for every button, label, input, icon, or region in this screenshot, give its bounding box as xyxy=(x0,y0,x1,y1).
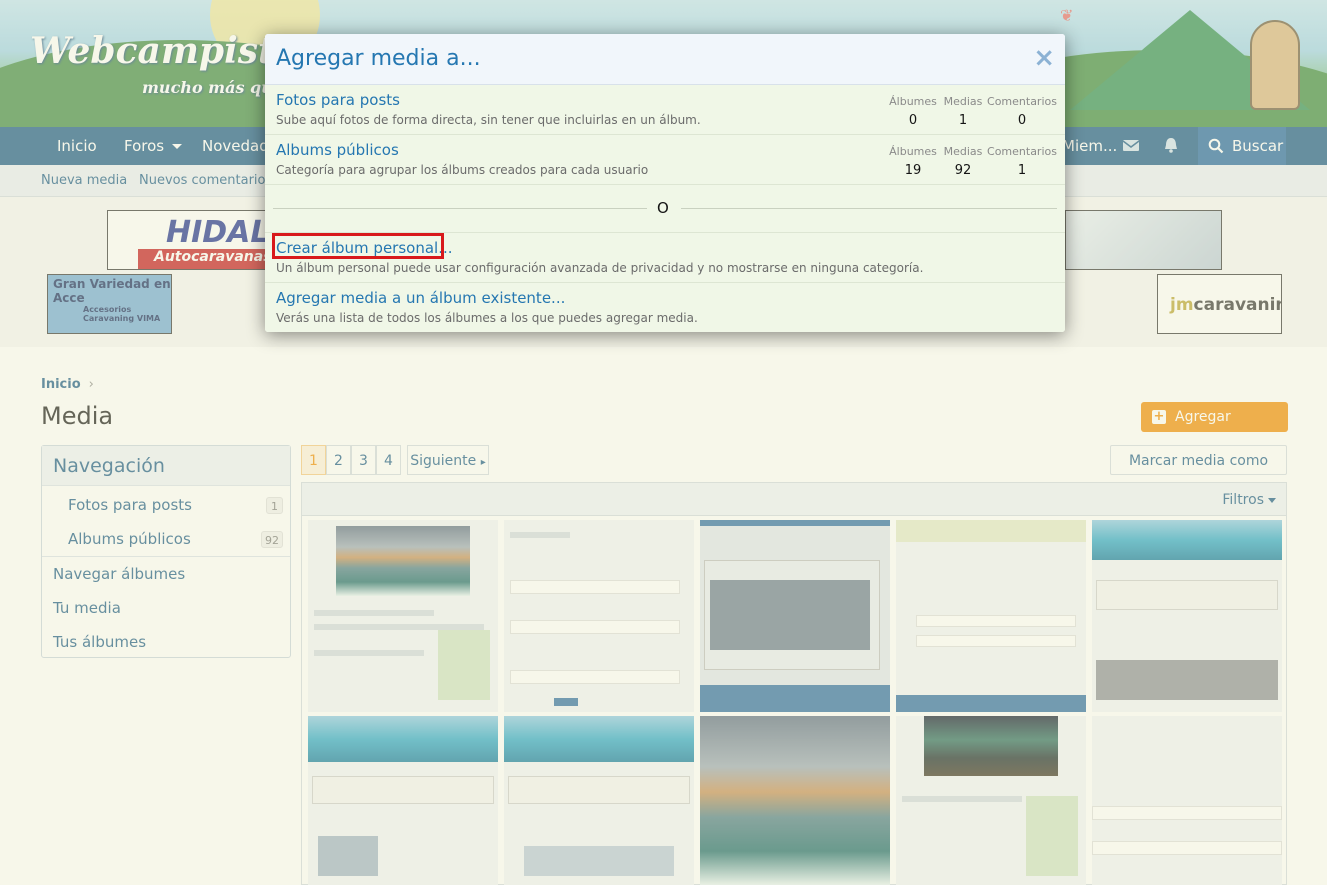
stat-value: 19 xyxy=(904,163,922,178)
existing-album-description: Verás una lista de todos los álbumes a l… xyxy=(276,311,698,325)
stat-label: Comentarios xyxy=(987,145,1057,158)
stat-label: Álbumes xyxy=(889,145,937,158)
stat-label: Comentarios xyxy=(987,95,1057,108)
stat-value: 1 xyxy=(1017,163,1027,178)
category-title[interactable]: Albums públicos xyxy=(276,141,399,159)
stat-value: 0 xyxy=(908,113,918,128)
existing-album-row[interactable]: Agregar media a un álbum existente... Ve… xyxy=(265,283,1065,332)
stat-value: 1 xyxy=(958,113,968,128)
or-separator: O xyxy=(265,185,1065,233)
existing-album-link[interactable]: Agregar media a un álbum existente... xyxy=(276,289,565,307)
category-row-fotos[interactable]: Fotos para posts Sube aquí fotos de form… xyxy=(265,85,1065,135)
highlight-box xyxy=(272,233,444,259)
modal-title: Agregar media a... xyxy=(276,46,481,71)
stat-value: 92 xyxy=(954,163,972,178)
divider xyxy=(681,208,1057,209)
stat-label: Medias xyxy=(943,145,983,158)
modal-body: Fotos para posts Sube aquí fotos de form… xyxy=(265,85,1065,332)
modal-header: Agregar media a... × xyxy=(265,34,1065,85)
close-icon[interactable]: × xyxy=(1033,44,1055,72)
stat-label: Álbumes xyxy=(889,95,937,108)
category-description: Sube aquí fotos de forma directa, sin te… xyxy=(276,113,701,127)
add-media-modal: Agregar media a... × Fotos para posts Su… xyxy=(265,34,1065,332)
or-label: O xyxy=(657,199,669,217)
divider xyxy=(273,208,647,209)
category-row-albums[interactable]: Albums públicos Categoría para agrupar l… xyxy=(265,135,1065,185)
category-description: Categoría para agrupar los álbums creado… xyxy=(276,163,649,177)
category-title[interactable]: Fotos para posts xyxy=(276,91,400,109)
stat-value: 0 xyxy=(1017,113,1027,128)
create-album-description: Un álbum personal puede usar configuraci… xyxy=(276,261,924,275)
stat-label: Medias xyxy=(943,95,983,108)
